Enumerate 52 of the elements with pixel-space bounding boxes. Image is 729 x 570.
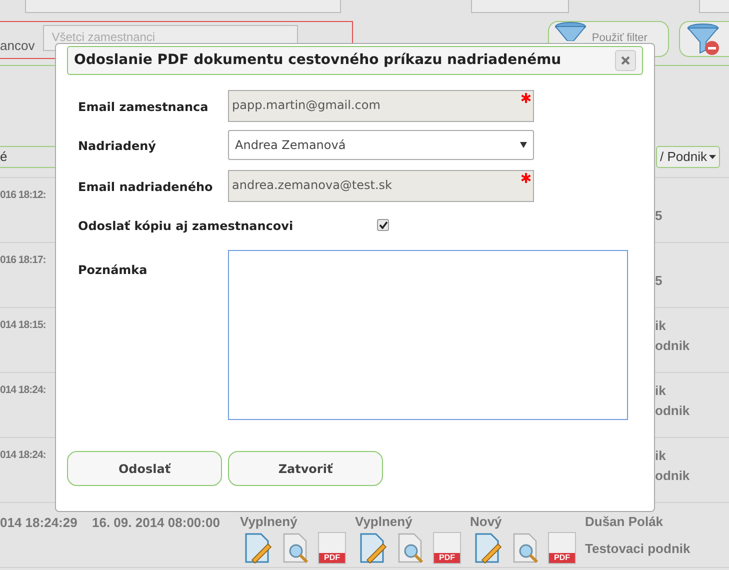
table-cell-text: Testovaci podnik (585, 540, 690, 558)
date-field[interactable] (699, 0, 729, 13)
close-button[interactable] (615, 50, 636, 71)
dropdown-arrow-icon (520, 142, 527, 148)
table-cell-text: odnik (655, 402, 691, 417)
table-cell-text: ik (655, 382, 667, 397)
table-cell: 016 18:17: (0, 253, 46, 268)
pdf-badge: PDF (434, 552, 460, 562)
date-field[interactable] (25, 0, 341, 13)
checkbox[interactable] (377, 219, 389, 231)
table-cell-text: ik (655, 317, 667, 332)
required-asterisk-icon (521, 173, 531, 183)
supervisor-select[interactable]: Andrea Zemanová (228, 130, 534, 160)
funnel-remove-icon (686, 22, 720, 56)
checkmark-icon (378, 221, 388, 229)
table-cell-text: ik (655, 447, 667, 462)
field-label: Nadriadený (78, 139, 156, 153)
status-label: Nový (470, 513, 503, 531)
required-asterisk-icon (521, 93, 531, 103)
funnel-icon (554, 22, 586, 41)
table-cell-text: odnik (655, 467, 691, 482)
field-label: Email zamestnanca (78, 100, 208, 114)
column-sort-button[interactable]: / Podnik (656, 146, 720, 168)
pdf-badge: PDF (319, 552, 345, 562)
clear-filter-button[interactable] (679, 21, 729, 57)
status-label: Vyplnený (240, 513, 298, 531)
table-cell-text: odnik (655, 337, 691, 352)
dialog-button[interactable]: Odoslať (67, 451, 222, 486)
input-field[interactable]: papp.martin@gmail.com (228, 90, 534, 122)
table-cell: 014 18:24: (0, 448, 46, 463)
close-icon (621, 56, 630, 65)
status-label: Vyplnený (355, 513, 414, 531)
table-cell-text: Dušan Polák (585, 513, 664, 531)
filter-label: ancov (0, 37, 35, 55)
table-cell-text: 014 18:24:29 (0, 514, 78, 532)
pdf-badge: PDF (549, 552, 575, 562)
pdf-icon[interactable]: PDF (318, 532, 346, 564)
pdf-icon[interactable]: PDF (433, 532, 461, 564)
table-cell-text: 16. 09. 2014 08:00:00 (92, 514, 221, 532)
date-field[interactable] (470, 0, 570, 13)
dialog-button[interactable]: Zatvoriť (228, 451, 383, 486)
field-label: Email nadriadeného (78, 180, 213, 194)
table-cell: 014 18:15: (0, 318, 46, 333)
table-cell: 014 18:24: (0, 383, 46, 398)
input-field[interactable]: andrea.zemanova@test.sk (228, 170, 534, 202)
table-cell: 016 18:12: (0, 188, 46, 203)
table-cell-text: 5 (655, 207, 664, 222)
table-cell-text: 5 (655, 272, 664, 287)
field-label: Odoslať kópiu aj zamestnancovi (78, 219, 294, 233)
caret-icon (709, 155, 716, 159)
field-label: Poznámka (78, 263, 148, 277)
pdf-icon[interactable]: PDF (548, 532, 576, 564)
